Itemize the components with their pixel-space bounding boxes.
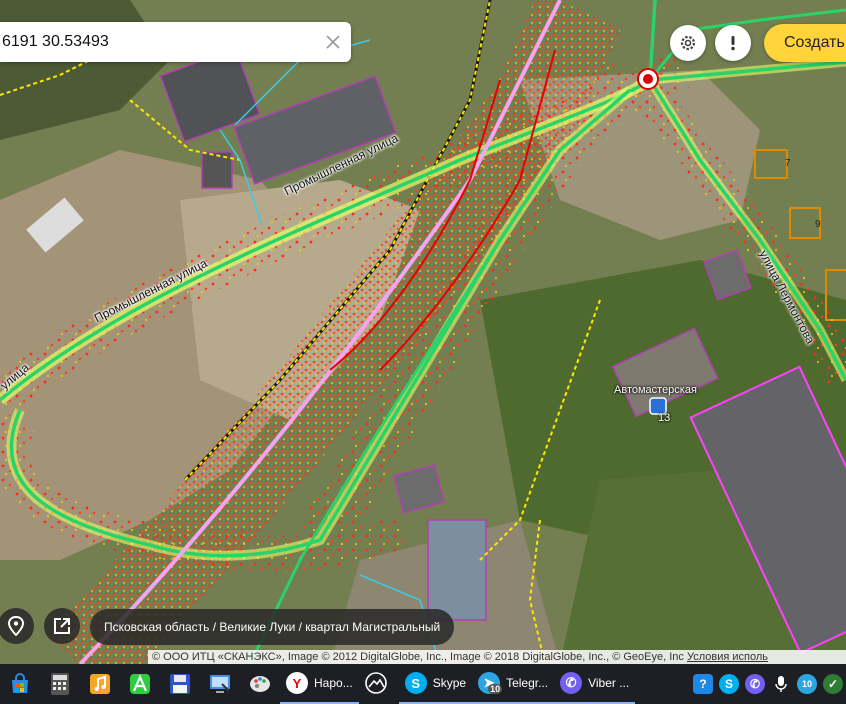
gear-icon bbox=[680, 35, 696, 51]
cloud-app-icon bbox=[364, 672, 387, 694]
taskbar: Y Наро... S Skype ➤ 10 Telegr... ✆ Viber … bbox=[0, 664, 846, 704]
taskbar-window-label: Telegr... bbox=[506, 676, 549, 690]
share-button[interactable] bbox=[44, 608, 80, 644]
calculator-icon[interactable] bbox=[45, 669, 75, 699]
taskbar-window-label: Наро... bbox=[314, 676, 353, 690]
share-icon bbox=[54, 618, 70, 634]
breadcrumb[interactable]: Псковская область / Великие Луки / кварт… bbox=[90, 609, 455, 645]
taskbar-window-viber[interactable]: ✆ Viber ... bbox=[554, 664, 636, 704]
skype-tray-icon[interactable]: S bbox=[719, 674, 739, 694]
search-box bbox=[0, 22, 351, 62]
shield-tray-icon[interactable]: ✓ bbox=[823, 674, 843, 694]
green-a-icon[interactable] bbox=[125, 669, 155, 699]
taskbar-window-label: Skype bbox=[432, 676, 467, 690]
taskbar-window-skype[interactable]: S Skype bbox=[398, 664, 473, 704]
building-number: 9 bbox=[815, 219, 821, 230]
poi-label-avtomasterskaya[interactable]: Автомастерская bbox=[614, 384, 697, 396]
map-view[interactable]: Промышленная улица Промышленная улица ул… bbox=[0, 0, 846, 664]
music-app-icon[interactable] bbox=[85, 669, 115, 699]
paint-icon[interactable] bbox=[245, 669, 275, 699]
settings-button[interactable] bbox=[670, 25, 706, 61]
telegram-badge: 10 bbox=[488, 684, 503, 694]
copyright-bar: © ООО ИТЦ «СКАНЭКС», Image © 2012 Digita… bbox=[148, 650, 846, 664]
floppy-icon[interactable] bbox=[165, 669, 195, 699]
microphone-icon[interactable] bbox=[771, 674, 791, 694]
viber-icon: ✆ bbox=[560, 672, 583, 694]
taskbar-window-telegram[interactable]: ➤ 10 Telegr... bbox=[472, 664, 555, 704]
taskbar-window-label: Viber ... bbox=[588, 676, 630, 690]
close-icon[interactable] bbox=[323, 32, 343, 52]
remote-desktop-icon[interactable] bbox=[205, 669, 235, 699]
create-button[interactable]: Создать bbox=[764, 24, 846, 62]
terms-link[interactable]: Условия исполь bbox=[687, 651, 768, 663]
yandex-browser-icon: Y bbox=[286, 672, 308, 694]
help-icon[interactable]: ? bbox=[693, 674, 713, 694]
store-icon[interactable] bbox=[5, 669, 35, 699]
skype-icon: S bbox=[404, 672, 427, 694]
building-number: 7 bbox=[785, 158, 791, 169]
copyright-text: © ООО ИТЦ «СКАНЭКС», Image © 2012 Digita… bbox=[152, 651, 684, 663]
taskbar-window-browser[interactable]: Y Наро... bbox=[280, 664, 359, 704]
viber-tray-icon[interactable]: ✆ bbox=[745, 674, 765, 694]
report-button[interactable] bbox=[715, 25, 751, 61]
satellite-map bbox=[0, 0, 846, 664]
poi-number: 13 bbox=[658, 412, 671, 424]
exclamation-icon bbox=[731, 36, 735, 51]
location-pin-icon bbox=[7, 616, 25, 636]
search-input[interactable] bbox=[2, 33, 312, 51]
telegram-icon: ➤ 10 bbox=[478, 672, 503, 694]
system-tray: ? S ✆ 10 ✓ bbox=[690, 674, 846, 694]
telegram-tray-icon[interactable]: 10 bbox=[797, 674, 817, 694]
taskbar-window-cloud[interactable] bbox=[359, 664, 399, 704]
